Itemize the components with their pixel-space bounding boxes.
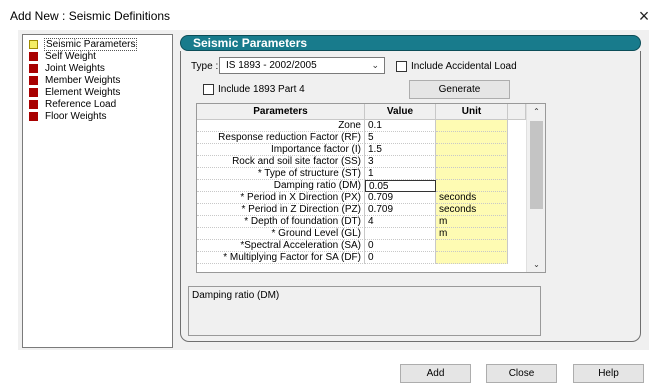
value-cell[interactable]: 4 — [365, 216, 436, 228]
red-doc-icon — [29, 76, 38, 85]
include-accidental-checkbox[interactable] — [396, 61, 407, 72]
grid-scrollbar[interactable]: ⌃ ⌄ — [526, 104, 545, 272]
include-accidental-label: Include Accidental Load — [411, 61, 517, 72]
unit-cell — [436, 240, 508, 252]
value-cell[interactable]: 1.5 — [365, 144, 436, 156]
type-label: Type : — [191, 61, 219, 72]
red-doc-icon — [29, 100, 38, 109]
value-cell[interactable]: 0 — [365, 240, 436, 252]
unit-cell — [436, 120, 508, 132]
param-cell: * Multiplying Factor for SA (DF) — [197, 252, 365, 264]
scroll-down-icon[interactable]: ⌄ — [527, 258, 545, 272]
table-row[interactable]: Rock and soil site factor (SS) 3 — [197, 156, 526, 168]
column-header-unit: Unit — [436, 104, 508, 120]
tree-item-joint-weights[interactable]: Joint Weights — [29, 63, 105, 74]
table-row[interactable]: Response reduction Factor (RF) 5 — [197, 132, 526, 144]
value-cell[interactable]: 5 — [365, 132, 436, 144]
table-row[interactable]: * Period in Z Direction (PZ) 0.709 secon… — [197, 204, 526, 216]
value-cell[interactable]: 1 — [365, 168, 436, 180]
table-row[interactable]: * Depth of foundation (DT) 4 m — [197, 216, 526, 228]
add-button[interactable]: Add — [400, 364, 471, 383]
param-cell: *Spectral Acceleration (SA) — [197, 240, 365, 252]
close-icon[interactable]: × — [633, 5, 655, 27]
include-part4-checkbox[interactable] — [203, 84, 214, 95]
unit-cell — [436, 156, 508, 168]
chevron-down-icon: ⌄ — [371, 60, 379, 70]
param-cell: * Type of structure (ST) — [197, 168, 365, 180]
red-doc-icon — [29, 52, 38, 61]
value-cell[interactable]: 0.709 — [365, 204, 436, 216]
window-title: Add New : Seismic Definitions — [10, 9, 171, 23]
tree-item-label: Floor Weights — [45, 111, 107, 122]
type-select-value: IS 1893 - 2002/2005 — [226, 60, 317, 71]
definitions-tree[interactable]: Seismic Parameters Self Weight Joint Wei… — [22, 34, 173, 348]
yellow-doc-icon — [29, 40, 38, 49]
column-header-spacer — [508, 104, 526, 120]
table-row[interactable]: Importance factor (I) 1.5 — [197, 144, 526, 156]
table-row[interactable]: * Ground Level (GL) m — [197, 228, 526, 240]
tree-item-label: Reference Load — [45, 99, 117, 110]
unit-cell: seconds — [436, 204, 508, 216]
unit-cell: seconds — [436, 192, 508, 204]
title-bar: Add New : Seismic Definitions × — [0, 0, 664, 30]
param-cell: * Period in X Direction (PX) — [197, 192, 365, 204]
value-cell[interactable]: 0 — [365, 252, 436, 264]
unit-cell — [436, 252, 508, 264]
unit-cell — [436, 144, 508, 156]
unit-cell: m — [436, 216, 508, 228]
parameter-description-box: Damping ratio (DM) — [188, 286, 541, 336]
tree-item-label: Joint Weights — [45, 63, 105, 74]
help-button[interactable]: Help — [573, 364, 644, 383]
value-cell[interactable]: 3 — [365, 156, 436, 168]
param-cell: Zone — [197, 120, 365, 132]
param-cell: * Ground Level (GL) — [197, 228, 365, 240]
unit-cell — [436, 180, 508, 192]
tree-item-label: Member Weights — [45, 75, 121, 86]
parameter-description-text: Damping ratio (DM) — [192, 290, 280, 301]
tree-item-element-weights[interactable]: Element Weights — [29, 87, 120, 98]
tree-item-label: Self Weight — [45, 51, 96, 62]
value-cell-active[interactable]: 0.05 — [365, 180, 436, 192]
generate-button[interactable]: Generate — [409, 80, 510, 99]
tree-item-self-weight[interactable]: Self Weight — [29, 51, 96, 62]
unit-cell — [436, 132, 508, 144]
value-cell[interactable]: 0.1 — [365, 120, 436, 132]
red-doc-icon — [29, 64, 38, 73]
scroll-thumb[interactable] — [530, 121, 543, 209]
param-cell: Rock and soil site factor (SS) — [197, 156, 365, 168]
parameters-grid[interactable]: Parameters Value Unit Zone 0.1 Response … — [196, 103, 546, 273]
tree-item-seismic-parameters[interactable]: Seismic Parameters — [29, 38, 138, 51]
unit-cell: m — [436, 228, 508, 240]
param-cell: Damping ratio (DM) — [197, 180, 365, 192]
tree-item-label: Element Weights — [45, 87, 121, 98]
table-row[interactable]: * Multiplying Factor for SA (DF) 0 — [197, 252, 526, 264]
panel-header: Seismic Parameters — [180, 35, 641, 51]
unit-cell — [436, 168, 508, 180]
close-button[interactable]: Close — [486, 364, 557, 383]
value-cell[interactable]: 0.709 — [365, 192, 436, 204]
tree-item-floor-weights[interactable]: Floor Weights — [29, 111, 107, 122]
column-header-parameters: Parameters — [197, 104, 365, 120]
column-header-value: Value — [365, 104, 436, 120]
param-cell: Response reduction Factor (RF) — [197, 132, 365, 144]
type-select[interactable]: IS 1893 - 2002/2005 ⌄ — [219, 57, 385, 74]
param-cell: * Period in Z Direction (PZ) — [197, 204, 365, 216]
table-row[interactable]: * Type of structure (ST) 1 — [197, 168, 526, 180]
tree-item-member-weights[interactable]: Member Weights — [29, 75, 120, 86]
table-row[interactable]: * Period in X Direction (PX) 0.709 secon… — [197, 192, 526, 204]
value-cell[interactable] — [365, 228, 436, 240]
table-row[interactable]: Zone 0.1 — [197, 120, 526, 132]
panel-title: Seismic Parameters — [193, 36, 308, 50]
scroll-up-icon[interactable]: ⌃ — [527, 105, 545, 119]
table-row[interactable]: Damping ratio (DM) 0.05 — [197, 180, 526, 192]
table-row[interactable]: *Spectral Acceleration (SA) 0 — [197, 240, 526, 252]
include-part4-label: Include 1893 Part 4 — [218, 84, 305, 95]
param-cell: * Depth of foundation (DT) — [197, 216, 365, 228]
tree-item-reference-load[interactable]: Reference Load — [29, 99, 116, 110]
param-cell: Importance factor (I) — [197, 144, 365, 156]
red-doc-icon — [29, 112, 38, 121]
red-doc-icon — [29, 88, 38, 97]
tree-item-label: Seismic Parameters — [43, 38, 138, 51]
